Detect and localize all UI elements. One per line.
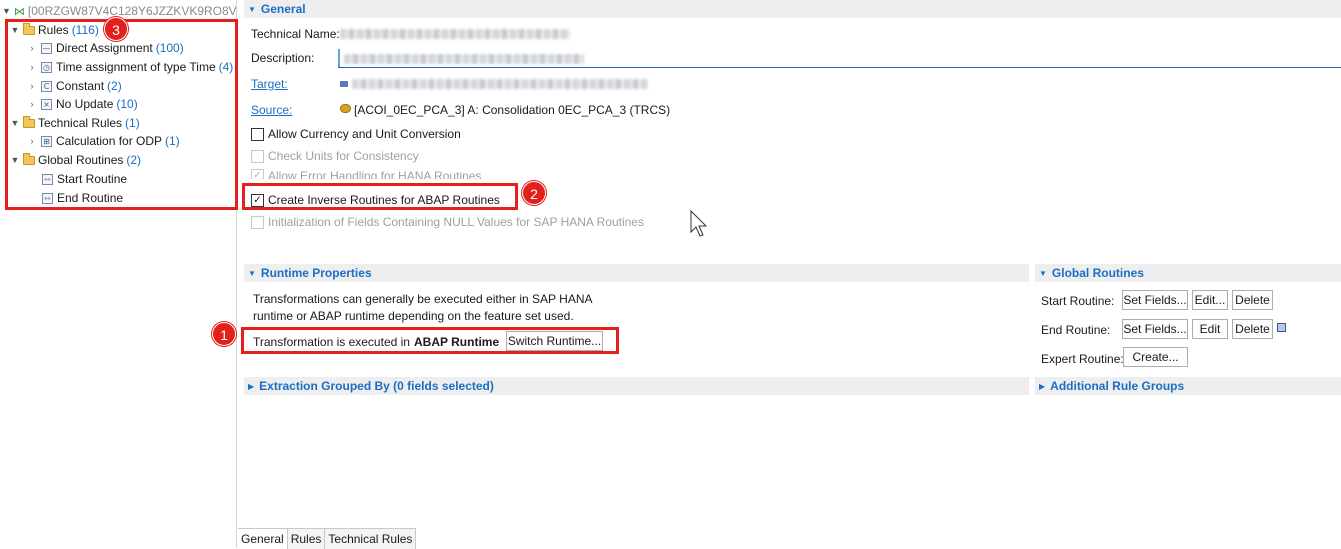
allow-currency-checkbox[interactable] xyxy=(251,127,264,141)
extraction-section-header[interactable]: ▶ Extraction Grouped By (0 fields select… xyxy=(244,377,1029,395)
checkbox-label: Allow Error Handling for HANA Routines xyxy=(268,169,482,179)
highlight-box-inverse xyxy=(242,183,518,210)
technical-name-label: Technical Name: xyxy=(251,27,340,41)
triangle-down-icon: ▼ xyxy=(248,268,256,278)
callout-badge-3: 3 xyxy=(104,17,128,41)
global-routines-section-header[interactable]: ▼ Global Routines xyxy=(1035,264,1341,282)
description-label: Description: xyxy=(251,51,315,65)
section-title: General xyxy=(260,2,306,16)
runtime-section-header[interactable]: ▼ Runtime Properties xyxy=(244,264,1029,282)
allow-currency-checkbox-row[interactable]: Allow Currency and Unit Conversion xyxy=(251,125,461,143)
triangle-down-icon: ▼ xyxy=(248,4,256,14)
checkbox-label: Allow Currency and Unit Conversion xyxy=(268,127,461,141)
expert-routine-label: Expert Routine: xyxy=(1041,352,1124,366)
checkbox-label: Initialization of Fields Containing NULL… xyxy=(268,215,644,229)
tab-general[interactable]: General xyxy=(238,529,288,549)
source-link[interactable]: Source: xyxy=(251,103,292,117)
description-value-redacted xyxy=(344,54,584,64)
expert-routine-create-button[interactable]: Create... xyxy=(1123,347,1188,367)
end-routine-delete-button[interactable]: Delete xyxy=(1232,319,1273,339)
source-icon xyxy=(340,104,351,113)
section-title: Extraction Grouped By (0 fields selected… xyxy=(259,379,494,393)
runtime-description-line-1: Transformations can generally be execute… xyxy=(253,292,593,306)
checkbox-label: Check Units for Consistency xyxy=(268,149,419,163)
callout-badge-1: 1 xyxy=(212,322,236,346)
allow-error-checkbox: ✓ xyxy=(251,169,264,179)
technical-name-value-redacted xyxy=(340,29,570,39)
mouse-cursor-icon xyxy=(690,210,708,237)
routine-status-icon xyxy=(1277,323,1286,332)
end-routine-label: End Routine: xyxy=(1041,323,1111,337)
init-fields-checkbox-row: Initialization of Fields Containing NULL… xyxy=(251,213,644,231)
additional-rule-groups-header[interactable]: ▶ Additional Rule Groups xyxy=(1035,377,1341,395)
tree-root-label: [00RZGW87V4C128Y6JZZKVK9RO8VRH xyxy=(27,4,236,18)
start-routine-edit-button[interactable]: Edit... xyxy=(1192,290,1228,310)
section-title: Additional Rule Groups xyxy=(1050,379,1185,393)
check-units-checkbox xyxy=(251,149,264,163)
highlight-box-tree xyxy=(5,19,238,210)
target-value-redacted xyxy=(352,79,648,89)
source-value: [ACOI_0EC_PCA_3] A: Consolidation 0EC_PC… xyxy=(354,103,671,117)
triangle-down-icon: ▼ xyxy=(1039,268,1047,278)
check-units-checkbox-row: Check Units for Consistency xyxy=(251,147,419,165)
end-routine-edit-button[interactable]: Edit xyxy=(1192,319,1228,339)
section-title: Global Routines xyxy=(1051,266,1144,280)
start-routine-delete-button[interactable]: Delete xyxy=(1232,290,1273,310)
triangle-right-icon: ▶ xyxy=(248,381,255,391)
editor-tab-bar: General Rules Technical Rules xyxy=(238,528,417,549)
target-icon xyxy=(340,81,348,87)
start-routine-set-fields-button[interactable]: Set Fields... xyxy=(1122,290,1188,310)
chevron-down-icon[interactable]: ▼ xyxy=(2,6,11,16)
tab-technical-rules[interactable]: Technical Rules xyxy=(325,529,417,549)
start-routine-label: Start Routine: xyxy=(1041,294,1115,308)
target-link[interactable]: Target: xyxy=(251,77,288,91)
end-routine-set-fields-button[interactable]: Set Fields... xyxy=(1122,319,1188,339)
highlight-box-runtime xyxy=(241,327,619,354)
general-section-header[interactable]: ▼ General xyxy=(244,0,1341,18)
triangle-right-icon: ▶ xyxy=(1039,381,1046,391)
tab-rules[interactable]: Rules xyxy=(287,529,326,549)
callout-badge-2: 2 xyxy=(522,181,546,205)
allow-error-checkbox-row: ✓ Allow Error Handling for HANA Routines xyxy=(251,169,481,179)
transformation-icon: ⋈ xyxy=(13,5,25,18)
text-caret xyxy=(338,49,340,67)
section-title: Runtime Properties xyxy=(260,266,372,280)
init-fields-checkbox xyxy=(251,215,264,229)
runtime-description-line-2: runtime or ABAP runtime depending on the… xyxy=(253,309,574,323)
